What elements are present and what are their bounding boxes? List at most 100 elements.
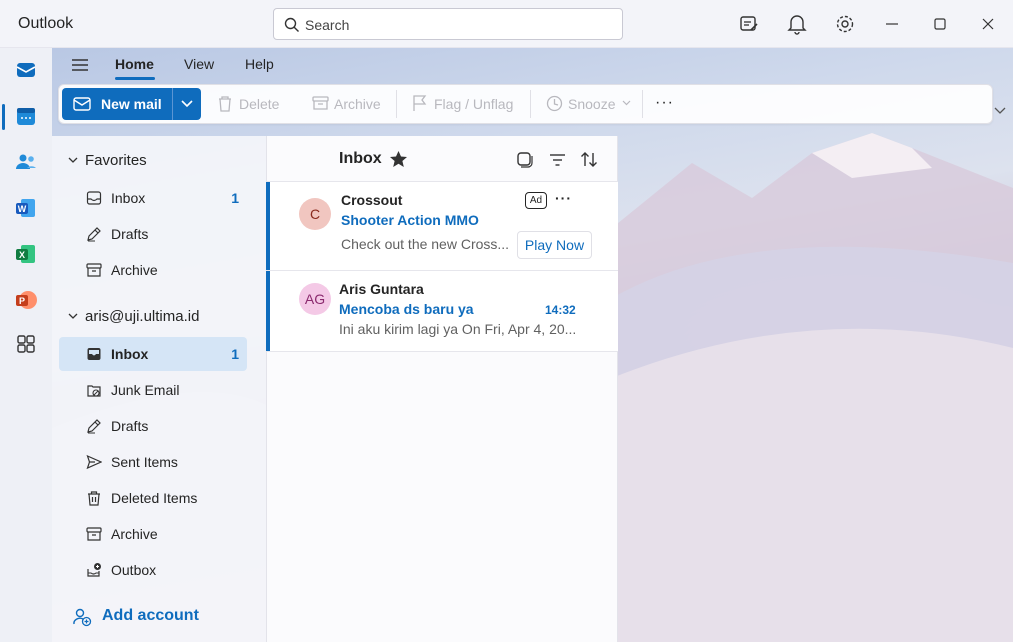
app-title: Outlook — [18, 15, 74, 32]
svg-text:P: P — [19, 296, 25, 306]
archive-icon — [86, 527, 102, 541]
search-placeholder: Search — [305, 17, 350, 33]
folder-item-archive[interactable]: Archive — [59, 517, 247, 551]
calendar-app-icon[interactable] — [14, 104, 38, 128]
message-subject: Shooter Action MMO — [341, 212, 479, 228]
trash-icon — [219, 96, 231, 112]
rail-active-indicator — [2, 104, 5, 130]
add-person-icon — [73, 608, 92, 627]
mail-app-icon[interactable] — [14, 58, 38, 82]
folder-label: Drafts — [111, 226, 149, 242]
more-apps-icon[interactable] — [14, 332, 38, 356]
favorites-header[interactable]: Favorites — [52, 149, 266, 173]
app-rail: W X P — [0, 48, 52, 642]
favorites-label: Favorites — [85, 152, 147, 169]
flag-button[interactable]: Flag / Unflag — [412, 94, 517, 114]
archive-icon — [86, 263, 102, 277]
trash-icon — [88, 491, 100, 506]
svg-text:X: X — [19, 250, 25, 260]
unread-indicator — [266, 271, 270, 351]
tab-help[interactable]: Help — [245, 56, 274, 72]
flag-label: Flag / Unflag — [434, 96, 514, 112]
folder-label: Deleted Items — [111, 490, 198, 506]
clock-icon — [546, 95, 563, 112]
tab-view[interactable]: View — [184, 56, 214, 72]
favorites-item-drafts[interactable]: Drafts — [59, 217, 247, 251]
new-mail-button[interactable]: New mail — [62, 88, 172, 120]
play-now-button[interactable]: Play Now — [517, 231, 592, 259]
junk-icon — [87, 385, 101, 397]
folder-item-junk[interactable]: Junk Email — [59, 373, 247, 407]
account-header[interactable]: aris@uji.ultima.id — [52, 305, 266, 329]
folder-label: Outbox — [111, 562, 157, 578]
archive-icon — [312, 96, 329, 110]
message-preview: Check out the new Cross... — [341, 236, 510, 252]
message-subject: Mencoba ds baru ya — [339, 301, 474, 317]
word-app-icon[interactable]: W — [14, 196, 38, 220]
avatar: AG — [299, 283, 331, 315]
gear-icon[interactable] — [834, 13, 856, 35]
message-preview: Ini aku kirim lagi ya On Fri, Apr 4, 20.… — [339, 321, 577, 337]
unread-indicator — [266, 182, 270, 270]
filter-icon[interactable] — [549, 151, 566, 168]
flag-icon — [413, 95, 427, 111]
tab-home-underline — [115, 77, 155, 80]
chevron-down-icon — [181, 100, 193, 108]
avatar: C — [299, 198, 331, 230]
hamburger-menu-icon[interactable] — [70, 56, 90, 74]
search-icon — [284, 17, 299, 32]
search-box[interactable]: Search — [273, 8, 623, 40]
new-mail-dropdown[interactable] — [173, 88, 201, 120]
archive-label: Archive — [334, 96, 381, 112]
delete-button[interactable]: Delete — [217, 94, 287, 114]
folder-label: Drafts — [111, 418, 149, 434]
select-mode-icon[interactable] — [516, 151, 533, 168]
chevron-down-icon — [68, 313, 78, 319]
folder-label: Inbox — [111, 190, 146, 206]
star-icon[interactable] — [389, 150, 408, 168]
ad-badge: Ad — [525, 192, 547, 209]
tab-home[interactable]: Home — [115, 56, 154, 72]
folder-item-sent[interactable]: Sent Items — [59, 445, 247, 479]
close-icon[interactable] — [978, 14, 998, 34]
folder-item-outbox[interactable]: Outbox — [59, 553, 247, 587]
favorites-item-archive[interactable]: Archive — [59, 253, 247, 287]
minimize-icon[interactable] — [882, 14, 902, 34]
folder-item-deleted[interactable]: Deleted Items — [59, 481, 247, 515]
svg-text:W: W — [18, 204, 27, 214]
notes-icon[interactable] — [738, 13, 760, 35]
sort-icon[interactable] — [580, 151, 598, 168]
toolbar-divider — [642, 90, 643, 118]
toolbar-divider — [396, 90, 397, 118]
chevron-down-icon — [622, 100, 631, 106]
account-email: aris@uji.ultima.id — [85, 308, 200, 325]
unread-count: 1 — [231, 190, 239, 206]
more-actions-button[interactable]: ··· — [655, 94, 674, 112]
folder-item-drafts[interactable]: Drafts — [59, 409, 247, 443]
delete-label: Delete — [239, 96, 280, 112]
send-icon — [86, 454, 102, 470]
snooze-button[interactable]: Snooze — [546, 94, 636, 114]
folder-label: Inbox — [111, 346, 149, 362]
message-more-button[interactable]: ··· — [555, 190, 572, 206]
maximize-icon[interactable] — [930, 14, 950, 34]
message-sender: Crossout — [341, 192, 403, 208]
excel-app-icon[interactable]: X — [14, 242, 38, 266]
unread-count: 1 — [231, 346, 239, 362]
drafts-icon — [87, 227, 101, 242]
folder-label: Archive — [111, 262, 158, 278]
powerpoint-app-icon[interactable]: P — [14, 288, 38, 312]
title-bar: Outlook Search — [0, 0, 1013, 48]
archive-button[interactable]: Archive — [312, 94, 387, 114]
new-mail-label: New mail — [101, 96, 162, 112]
drafts-icon — [87, 419, 101, 434]
add-account-button[interactable]: Add account — [72, 604, 252, 630]
folder-label: Sent Items — [111, 454, 178, 470]
new-mail-split-button: New mail — [62, 88, 201, 120]
people-app-icon[interactable] — [14, 150, 38, 174]
snooze-label: Snooze — [568, 96, 616, 112]
bell-icon[interactable] — [786, 13, 808, 35]
ribbon-expand-chevron-icon[interactable] — [994, 107, 1006, 115]
favorites-item-inbox[interactable]: Inbox 1 — [59, 181, 247, 215]
folder-item-inbox[interactable]: Inbox 1 — [59, 337, 247, 371]
